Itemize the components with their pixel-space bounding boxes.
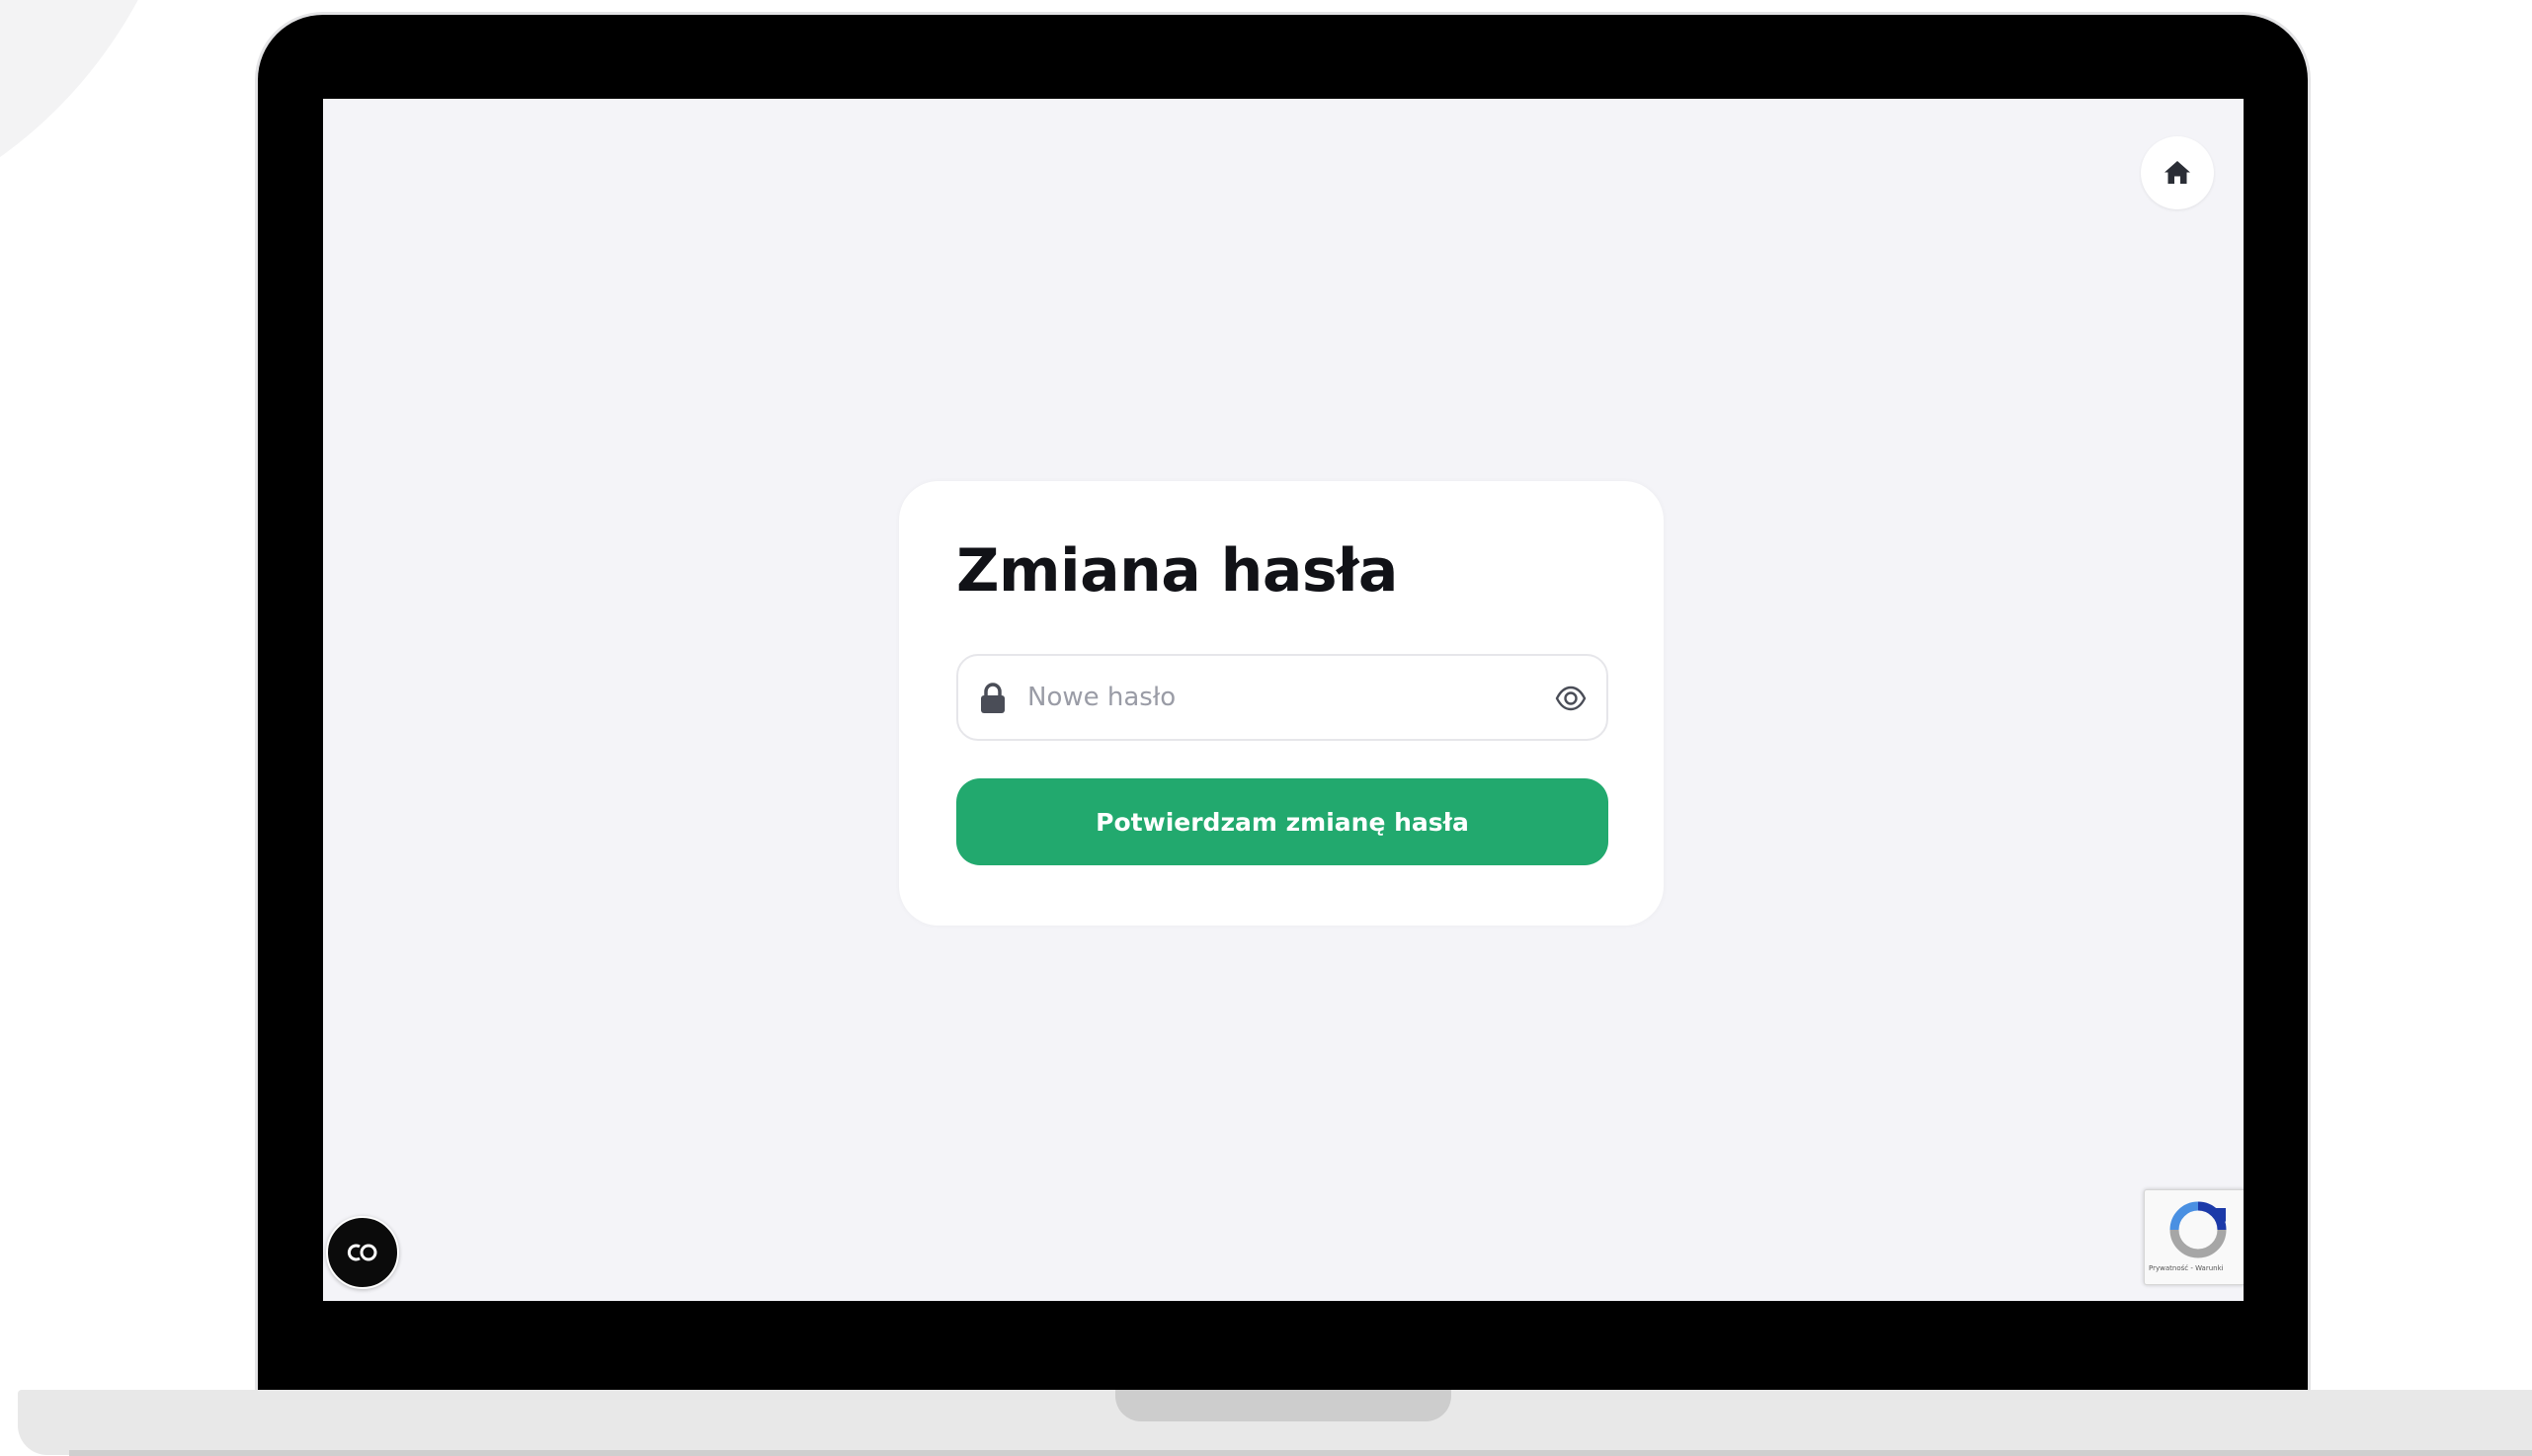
new-password-field[interactable] bbox=[956, 654, 1608, 741]
eye-icon[interactable] bbox=[1555, 685, 1587, 712]
change-password-card: Zmiana hasła Potwierdzam zmianę hasła bbox=[899, 481, 1664, 926]
recaptcha-badge[interactable]: Prywatność - Warunki bbox=[2144, 1189, 2244, 1285]
confirm-password-change-button[interactable]: Potwierdzam zmianę hasła bbox=[956, 778, 1608, 865]
page-title: Zmiana hasła bbox=[956, 536, 1398, 606]
recaptcha-icon bbox=[2169, 1201, 2227, 1258]
lock-icon bbox=[981, 683, 1005, 713]
recaptcha-links[interactable]: Prywatność - Warunki bbox=[2149, 1264, 2244, 1272]
new-password-input[interactable] bbox=[1027, 666, 1521, 729]
cookie-settings-icon bbox=[347, 1244, 377, 1261]
cookie-settings-button[interactable] bbox=[326, 1216, 399, 1289]
laptop-notch bbox=[1115, 1390, 1451, 1421]
background-decoration bbox=[0, 0, 198, 237]
laptop-screen: Zmiana hasła Potwierdzam zmianę hasła Pr… bbox=[323, 99, 2244, 1301]
laptop-base-shadow bbox=[69, 1450, 2532, 1456]
home-icon bbox=[2164, 161, 2190, 184]
mockup-stage: Zmiana hasła Potwierdzam zmianę hasła Pr… bbox=[0, 0, 2532, 1456]
home-button[interactable] bbox=[2141, 136, 2214, 209]
